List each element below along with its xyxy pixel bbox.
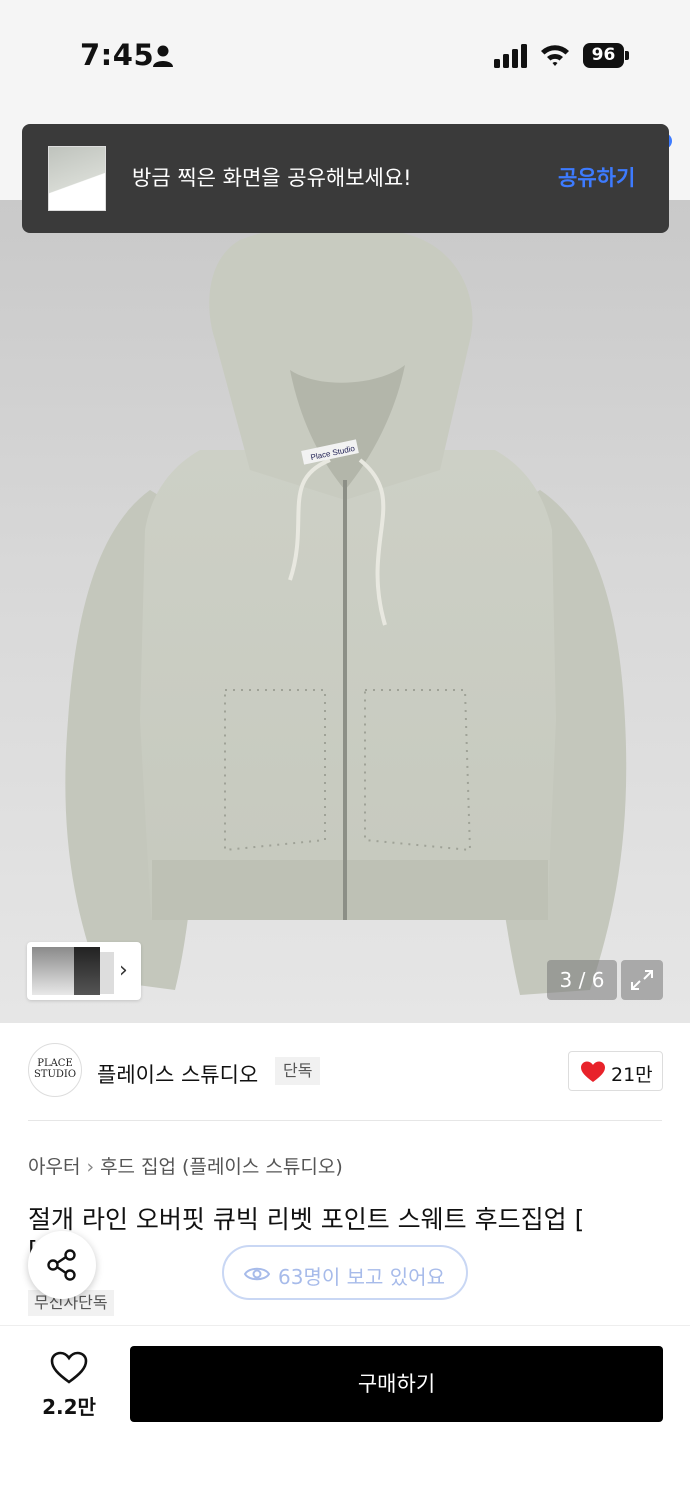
brand-exclusive-badge: 단독 xyxy=(275,1057,321,1085)
person-icon xyxy=(153,45,173,67)
image-page-indicator: 3 / 6 xyxy=(547,960,617,1000)
thumbnail-model-black[interactable] xyxy=(74,947,100,995)
brand-logo[interactable]: PLACE STUDIO xyxy=(28,1043,82,1097)
status-time: 7:45 xyxy=(80,38,155,72)
eye-icon xyxy=(244,1267,270,1281)
signal-icon xyxy=(494,44,527,68)
toast-message: 방금 찍은 화면을 공유해보세요! xyxy=(132,166,412,190)
battery-cap xyxy=(625,51,629,60)
expand-image-button[interactable] xyxy=(621,960,663,1000)
toast-share-button[interactable]: 공유하기 xyxy=(558,162,635,192)
section-divider xyxy=(28,1120,662,1121)
wishlist-button[interactable]: 2.2만 xyxy=(36,1351,102,1419)
battery-icon: 96 xyxy=(583,43,629,68)
brand-like-count: 21만 xyxy=(611,1064,653,1086)
screenshot-share-toast[interactable]: 방금 찍은 화면을 공유해보세요! 공유하기 xyxy=(22,124,669,233)
breadcrumb: 아우터 › 후드 집업 (플레이스 스튜디오) xyxy=(28,1152,343,1179)
chevron-right-icon: › xyxy=(86,1156,95,1178)
product-image-gallery[interactable]: Place Studio › 3 / 6 xyxy=(0,200,690,1023)
wifi-icon xyxy=(541,45,569,66)
chevron-right-icon[interactable]: › xyxy=(119,958,128,983)
bottom-action-bar: 2.2만 구매하기 xyxy=(0,1325,690,1500)
live-viewers-text: 63명이 보고 있어요 xyxy=(278,1265,445,1289)
heart-filled-icon xyxy=(581,1061,605,1082)
brand-row: PLACE STUDIO 플레이스 스튜디오 단독 21만 xyxy=(0,1023,690,1121)
thumbnail-strip[interactable]: › xyxy=(27,942,141,1000)
product-title: 절개 라인 오버핏 큐빅 리벳 포인트 스웨트 후드집업 [ xyxy=(28,1205,585,1234)
share-button[interactable] xyxy=(28,1231,96,1299)
breadcrumb-category[interactable]: 아우터 xyxy=(28,1156,80,1178)
heart-outline-icon xyxy=(50,1351,88,1384)
live-viewers-pill: 63명이 보고 있어요 xyxy=(222,1245,468,1300)
product-hoodie-image: Place Studio xyxy=(65,224,627,995)
expand-icon xyxy=(631,970,653,990)
wishlist-count: 2.2만 xyxy=(42,1395,96,1419)
share-icon xyxy=(47,1249,76,1281)
buy-button[interactable]: 구매하기 xyxy=(130,1346,663,1422)
screenshot-thumbnail[interactable] xyxy=(48,146,106,211)
brand-like-button[interactable]: 21만 xyxy=(568,1051,663,1091)
thumbnail-model-third[interactable] xyxy=(100,952,114,994)
brand-name[interactable]: 플레이스 스튜디오 xyxy=(97,1059,258,1089)
battery-level: 96 xyxy=(583,43,624,68)
thumbnail-model-white[interactable] xyxy=(32,947,74,995)
breadcrumb-subcategory[interactable]: 후드 집업 (플레이스 스튜디오) xyxy=(100,1156,343,1178)
